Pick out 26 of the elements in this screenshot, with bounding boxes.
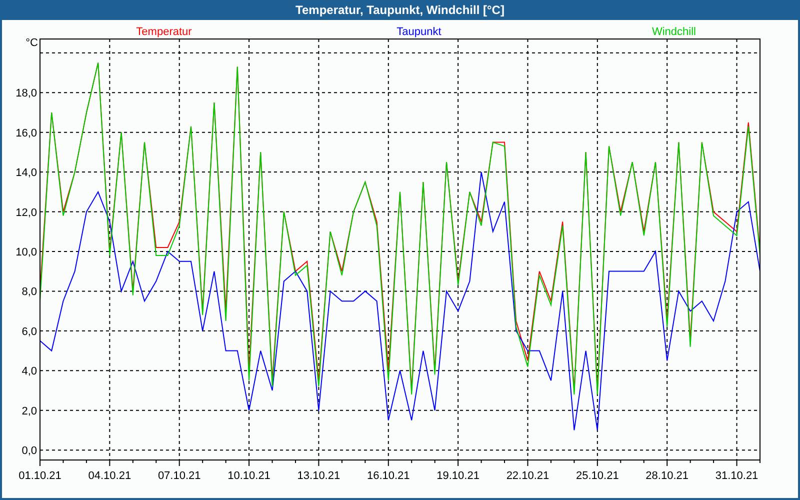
x-tick-label: 10.10.21 <box>228 470 270 482</box>
y-tick-label: 18,0 <box>16 88 37 100</box>
y-tick-label: 12,0 <box>16 206 37 219</box>
x-tick-label: 04.10.21 <box>88 470 132 482</box>
legend-label: Windchill <box>652 26 696 38</box>
x-tick-label: 31.10.21 <box>715 470 758 482</box>
y-tick-label: 6,0 <box>22 326 37 338</box>
window-title: Temperatur, Taupunkt, Windchill [°C] <box>294 2 506 19</box>
y-tick-label: 8,0 <box>22 286 37 298</box>
x-tick-label: 25.10.21 <box>576 470 619 482</box>
unit-label: °C <box>26 37 38 49</box>
x-tick-label: 01.10.21 <box>18 470 62 482</box>
x-tick-label: 28.10.21 <box>646 470 688 482</box>
y-tick-label: 0,0 <box>22 445 37 458</box>
x-tick-label: 16.10.21 <box>366 470 410 482</box>
x-tick-label: 19.10.21 <box>436 470 480 482</box>
legend-label: Temperatur <box>136 26 192 38</box>
x-tick-label: 13.10.21 <box>297 470 340 482</box>
y-tick-label: 10,0 <box>16 246 37 258</box>
y-tick-label: 4,0 <box>22 366 37 378</box>
y-tick-label: 2,0 <box>22 405 37 418</box>
y-tick-label: 16,0 <box>16 127 37 140</box>
y-tick-label: 14,0 <box>16 167 37 180</box>
x-tick-label: 22.10.21 <box>506 470 550 482</box>
x-tick-label: 07.10.21 <box>158 470 201 482</box>
legend-label: Taupunkt <box>396 26 442 38</box>
